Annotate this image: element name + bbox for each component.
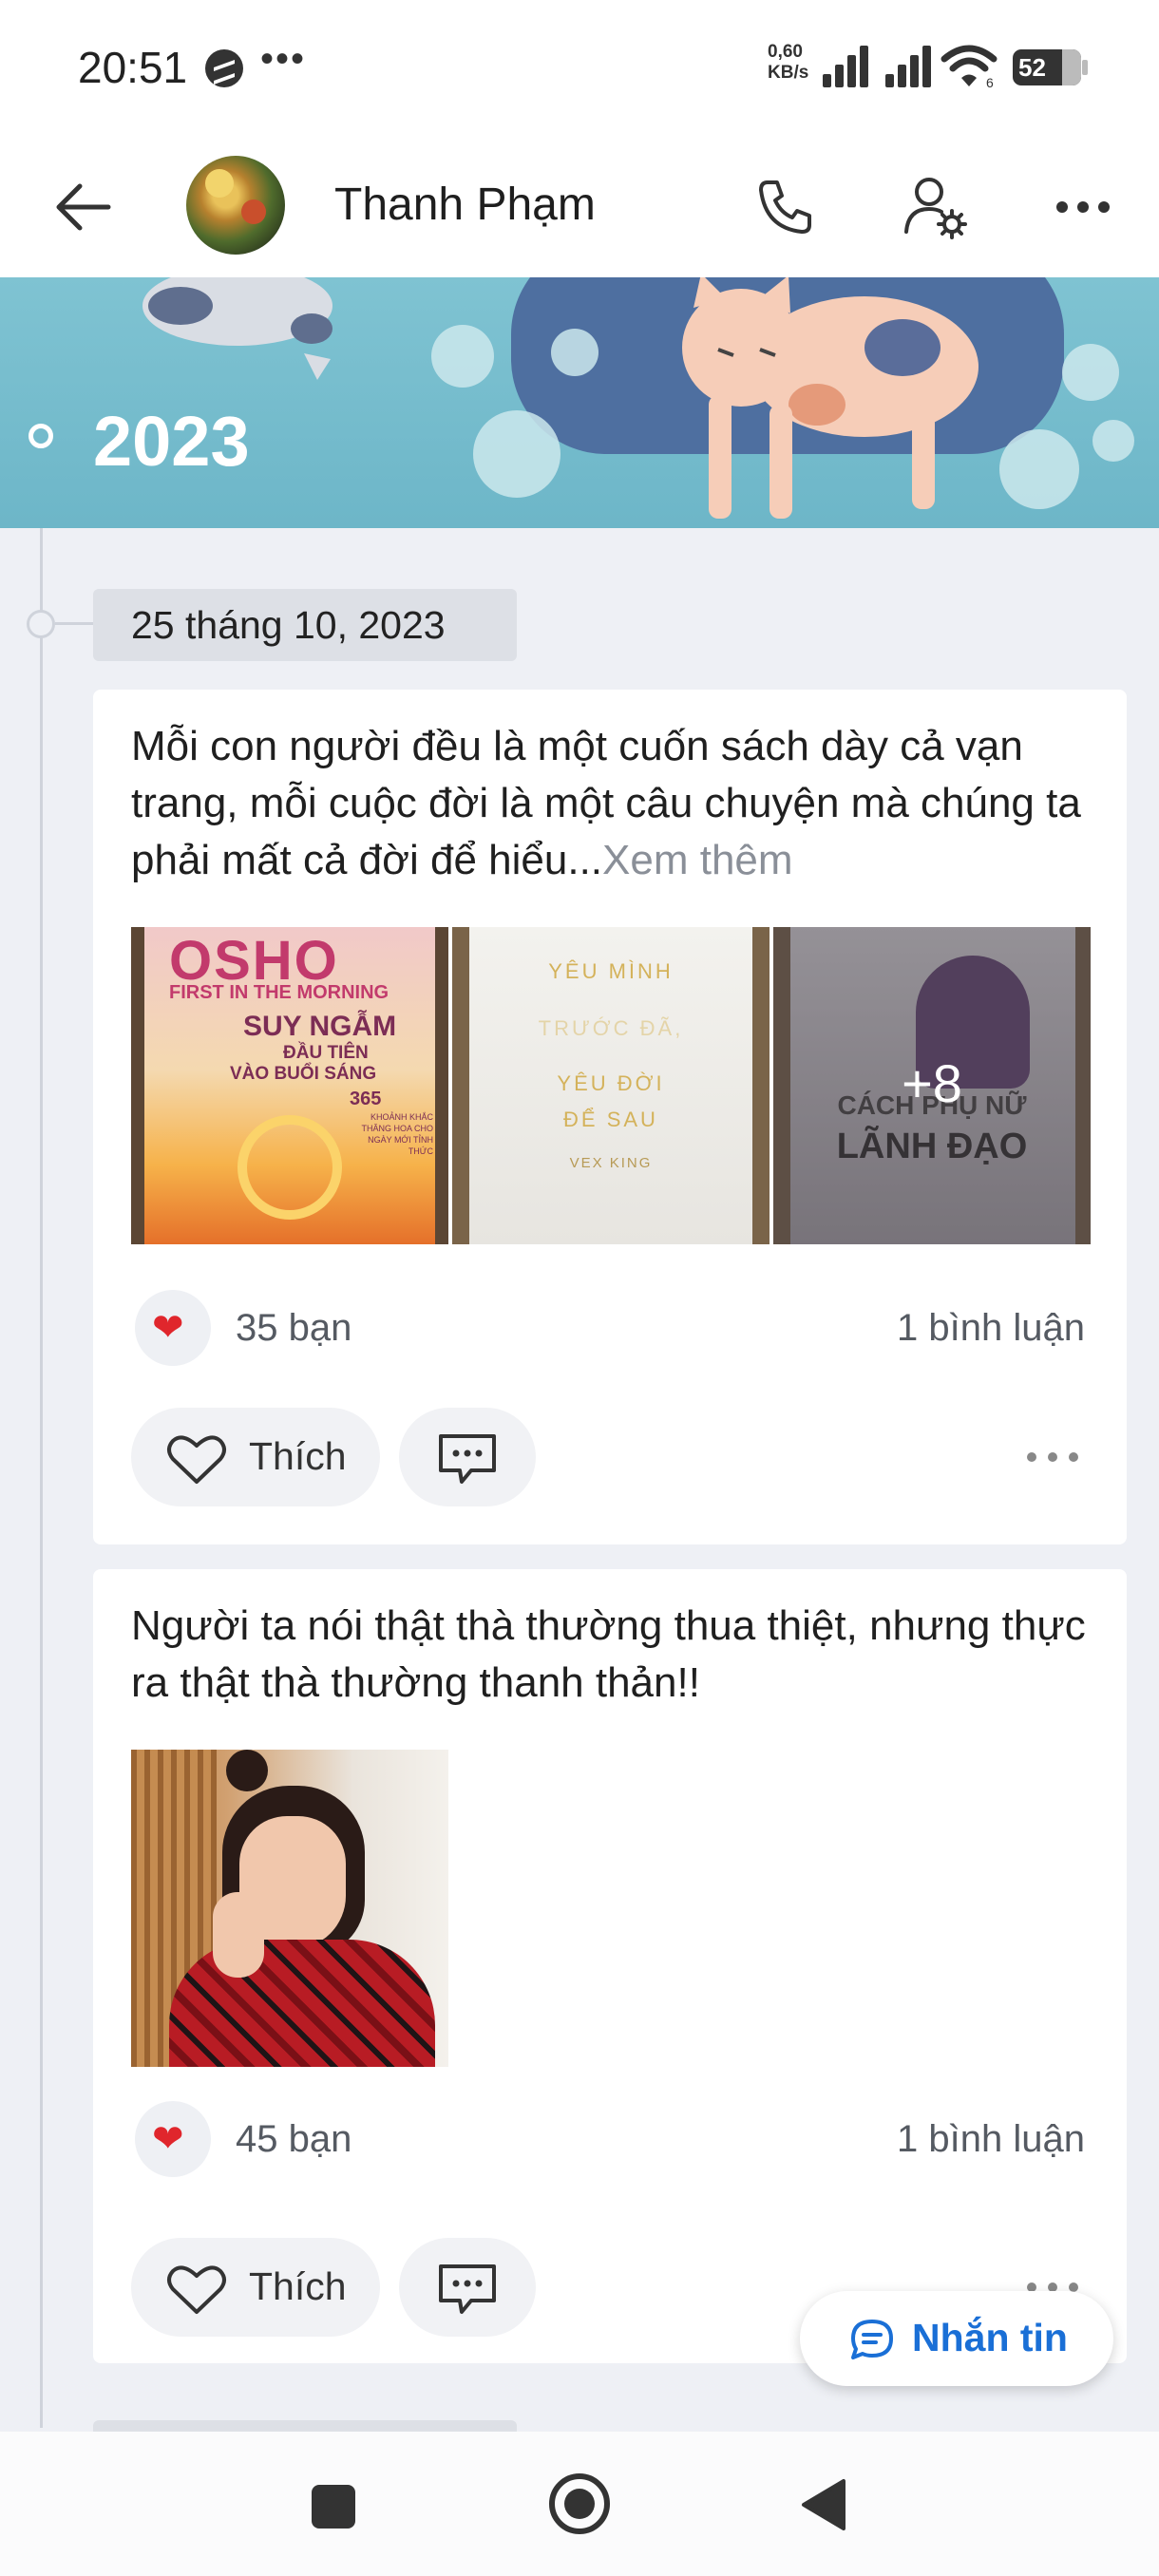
timeline-connector	[55, 622, 93, 625]
avatar[interactable]	[186, 156, 285, 255]
system-navigation-bar	[0, 2432, 1159, 2576]
yarn-ball-icon	[473, 410, 560, 498]
battery-indicator: 52	[1013, 49, 1088, 85]
yarn-ball-icon	[1092, 420, 1134, 462]
reaction-count[interactable]: 45 bạn	[236, 2118, 352, 2161]
post-card[interactable]: Người ta nói thật thà thường thua thiệt,…	[93, 1569, 1127, 2363]
post-photo[interactable]: YÊU MÌNH TRƯỚC ĐÃ, YÊU ĐỜI ĐỂ SAU VEX KI…	[452, 927, 770, 1244]
status-time: 20:51	[78, 43, 188, 92]
yarn-ball-icon	[551, 329, 598, 376]
signal-icon	[823, 46, 876, 87]
message-button-label: Nhắn tin	[912, 2316, 1068, 2359]
message-button[interactable]: Nhắn tin	[800, 2291, 1113, 2386]
yarn-ball-icon	[431, 325, 494, 388]
comment-button[interactable]	[399, 1408, 536, 1506]
heart-outline-icon	[167, 2265, 226, 2314]
timeline-node	[27, 610, 55, 638]
comment-icon	[439, 2264, 496, 2314]
status-bar: 20:51 ••• 0,60 KB/s 6 52	[0, 0, 1159, 133]
post-photo[interactable]	[131, 1750, 448, 2067]
timeline-date: 25 tháng 10, 2023	[93, 589, 517, 661]
post-text[interactable]: Người ta nói thật thà thường thua thiệt,…	[131, 1598, 1091, 1712]
post-actions: Thích	[131, 1408, 1091, 1506]
comment-button[interactable]	[399, 2238, 536, 2337]
cat-illustration	[142, 277, 332, 380]
more-options-icon[interactable]	[1045, 169, 1121, 245]
comment-count[interactable]: 1 bình luận	[897, 2118, 1085, 2161]
heart-icon[interactable]: ❤	[135, 1290, 211, 1366]
yarn-ball-icon	[999, 429, 1079, 509]
back-arrow-icon[interactable]	[49, 173, 118, 241]
cover-banner: 2023	[0, 277, 1159, 528]
like-label: Thích	[249, 1434, 347, 1478]
reaction-count[interactable]: 35 bạn	[236, 1307, 352, 1350]
network-speed: 0,60 KB/s	[768, 42, 809, 83]
post-photo[interactable]: CÁCH PHỤ NỮ LÃNH ĐẠO +8	[773, 927, 1091, 1244]
yarn-ball-icon	[1062, 344, 1119, 401]
more-photos-count[interactable]: +8	[773, 1052, 1091, 1114]
comment-count[interactable]: 1 bình luận	[897, 1307, 1085, 1350]
timeline-year-marker	[28, 424, 53, 448]
post-reactions: ❤ 45 bạn 1 bình luận	[135, 2101, 1085, 2181]
post-card[interactable]: Mỗi con người đều là một cuốn sách dày c…	[93, 690, 1127, 1544]
svg-text:6: 6	[986, 75, 994, 89]
timeline-line	[40, 528, 43, 2428]
signal-icon	[885, 46, 939, 87]
post-reactions: ❤ 35 bạn 1 bình luận	[135, 1290, 1085, 1370]
chat-bubble-icon	[851, 2320, 893, 2359]
post-text[interactable]: Mỗi con người đều là một cuốn sách dày c…	[131, 718, 1091, 889]
post-photo[interactable]: OSHO FIRST IN THE MORNING SUY NGẪM ĐẦU T…	[131, 927, 448, 1244]
cat-illustration	[682, 277, 978, 519]
messenger-icon	[205, 49, 243, 87]
heart-icon[interactable]: ❤	[135, 2101, 211, 2177]
heart-outline-icon	[167, 1435, 226, 1484]
recent-apps-icon[interactable]	[312, 2485, 355, 2529]
user-settings-icon[interactable]	[897, 169, 973, 245]
more-notifications-icon: •••	[260, 38, 307, 80]
like-button[interactable]: Thích	[131, 1408, 380, 1506]
profile-name[interactable]: Thanh Phạm	[334, 179, 596, 231]
like-label: Thích	[249, 2264, 347, 2308]
back-triangle-icon[interactable]	[798, 2477, 847, 2532]
wifi-icon: 6	[940, 45, 998, 89]
post-more-icon[interactable]	[1015, 1430, 1091, 1484]
see-more-link[interactable]: Xem thêm	[602, 837, 793, 883]
comment-icon	[439, 1434, 496, 1484]
home-icon[interactable]	[549, 2473, 610, 2534]
profile-header: Thanh Phạm	[0, 133, 1159, 277]
phone-icon[interactable]	[747, 169, 823, 245]
timeline-year: 2023	[93, 402, 250, 481]
like-button[interactable]: Thích	[131, 2238, 380, 2337]
